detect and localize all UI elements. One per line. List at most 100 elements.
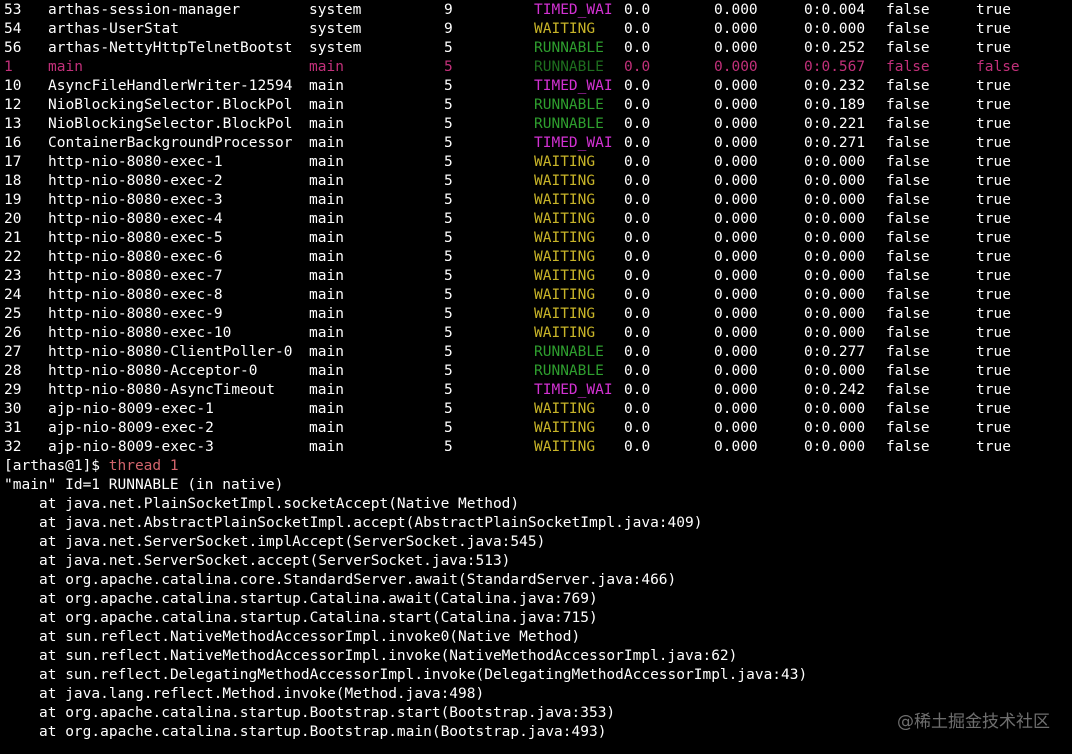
thread-interrupted: false [886, 116, 930, 132]
thread-daemon: true [976, 135, 1011, 151]
thread-priority: 5 [444, 344, 453, 360]
thread-id: 28 [4, 363, 22, 379]
thread-delta-time: 0.000 [714, 344, 758, 360]
thread-daemon: true [976, 439, 1011, 455]
thread-time: 0:0.567 [804, 59, 866, 75]
thread-name: http-nio-8080-exec-4 [48, 211, 223, 227]
thread-interrupted: false [886, 21, 930, 37]
thread-state: RUNNABLE [534, 116, 604, 132]
thread-interrupted: false [886, 192, 930, 208]
thread-name: NioBlockingSelector.BlockPol [48, 116, 293, 132]
thread-priority: 5 [444, 401, 453, 417]
thread-id: 12 [4, 97, 22, 113]
thread-row: 1 main main 5 RUNNABLE 0.0 0.000 0:0.567 false fa… [4, 58, 1072, 77]
thread-state: WAITING [534, 192, 596, 208]
thread-delta-time: 0.000 [714, 439, 758, 455]
thread-time: 0:0.000 [804, 154, 866, 170]
thread-interrupted: false [886, 78, 930, 94]
thread-daemon: true [976, 344, 1011, 360]
thread-row: 18 http-nio-8080-exec-2 main 5 WAITING 0.0 0.0… [4, 172, 1072, 191]
thread-state: WAITING [534, 287, 596, 303]
thread-group: main [309, 97, 344, 113]
thread-delta-time: 0.000 [714, 2, 758, 18]
thread-id: 19 [4, 192, 22, 208]
thread-state: WAITING [534, 439, 596, 455]
thread-cpu: 0.0 [624, 154, 651, 170]
thread-interrupted: false [886, 59, 930, 75]
stack-frame: at org.apache.catalina.core.StandardServ… [39, 572, 677, 588]
thread-cpu: 0.0 [624, 135, 651, 151]
thread-id: 54 [4, 21, 22, 37]
thread-name: AsyncFileHandlerWriter-12594 [48, 78, 293, 94]
thread-daemon: true [976, 78, 1011, 94]
thread-group: main [309, 439, 344, 455]
thread-daemon: true [976, 382, 1011, 398]
thread-cpu: 0.0 [624, 173, 651, 189]
thread-group: main [309, 287, 344, 303]
thread-delta-time: 0.000 [714, 325, 758, 341]
thread-state: TIMED_WAI [534, 78, 613, 94]
thread-delta-time: 0.000 [714, 192, 758, 208]
thread-priority: 5 [444, 78, 453, 94]
watermark: @稀土掘金技术社区 [897, 712, 1050, 732]
thread-state: WAITING [534, 230, 596, 246]
thread-name: http-nio-8080-exec-9 [48, 306, 223, 322]
thread-time: 0:0.000 [804, 363, 866, 379]
thread-name: arthas-UserStat [48, 21, 179, 37]
thread-time: 0:0.221 [804, 116, 866, 132]
thread-state: WAITING [534, 211, 596, 227]
thread-id: 20 [4, 211, 22, 227]
thread-delta-time: 0.000 [714, 97, 758, 113]
stack-frame: at org.apache.catalina.startup.Catalina.… [39, 591, 598, 607]
thread-priority: 5 [444, 249, 453, 265]
thread-group: main [309, 135, 344, 151]
thread-row: 19 http-nio-8080-exec-3 main 5 WAITING 0.0 0.0… [4, 191, 1072, 210]
thread-time: 0:0.000 [804, 325, 866, 341]
thread-name: http-nio-8080-exec-6 [48, 249, 223, 265]
thread-state: WAITING [534, 249, 596, 265]
thread-time: 0:0.252 [804, 40, 866, 56]
thread-id: 10 [4, 78, 22, 94]
thread-id: 22 [4, 249, 22, 265]
thread-state: TIMED_WAI [534, 382, 613, 398]
thread-priority: 5 [444, 268, 453, 284]
command-text: thread 1 [108, 458, 179, 474]
thread-delta-time: 0.000 [714, 59, 758, 75]
thread-row: 12 NioBlockingSelector.BlockPol main 5 RUNNA… [4, 96, 1072, 115]
thread-cpu: 0.0 [624, 97, 651, 113]
thread-name: http-nio-8080-exec-8 [48, 287, 223, 303]
thread-state: RUNNABLE [534, 344, 604, 360]
thread-cpu: 0.0 [624, 249, 651, 265]
thread-priority: 5 [444, 154, 453, 170]
thread-group: main [309, 268, 344, 284]
thread-delta-time: 0.000 [714, 382, 758, 398]
thread-time: 0:0.000 [804, 173, 866, 189]
thread-daemon: true [976, 97, 1011, 113]
thread-row: 24 http-nio-8080-exec-8 main 5 WAITING 0.0 0.0… [4, 286, 1072, 305]
prompt-line[interactable]: [arthas@1]$ thread 1 [4, 457, 1072, 476]
thread-group: main [309, 325, 344, 341]
thread-row: 17 http-nio-8080-exec-1 main 5 WAITING 0.0 0.0… [4, 153, 1072, 172]
thread-time: 0:0.000 [804, 21, 866, 37]
thread-group: main [309, 382, 344, 398]
thread-row: 27 http-nio-8080-ClientPoller-0 main 5 RUNNA… [4, 343, 1072, 362]
thread-name: http-nio-8080-exec-5 [48, 230, 223, 246]
thread-group: main [309, 344, 344, 360]
thread-time: 0:0.000 [804, 287, 866, 303]
thread-interrupted: false [886, 287, 930, 303]
thread-delta-time: 0.000 [714, 420, 758, 436]
thread-cpu: 0.0 [624, 439, 651, 455]
thread-time: 0:0.000 [804, 401, 866, 417]
thread-time: 0:0.000 [804, 268, 866, 284]
thread-state: RUNNABLE [534, 59, 604, 75]
thread-cpu: 0.0 [624, 192, 651, 208]
thread-name: NioBlockingSelector.BlockPol [48, 97, 293, 113]
thread-daemon: true [976, 363, 1011, 379]
thread-id: 13 [4, 116, 22, 132]
thread-row: 53 arthas-session-manager system 9 TIMED_WAI… [4, 1, 1072, 20]
thread-name: http-nio-8080-exec-10 [48, 325, 232, 341]
thread-cpu: 0.0 [624, 2, 651, 18]
thread-name: http-nio-8080-exec-7 [48, 268, 223, 284]
thread-time: 0:0.000 [804, 192, 866, 208]
thread-cpu: 0.0 [624, 344, 651, 360]
